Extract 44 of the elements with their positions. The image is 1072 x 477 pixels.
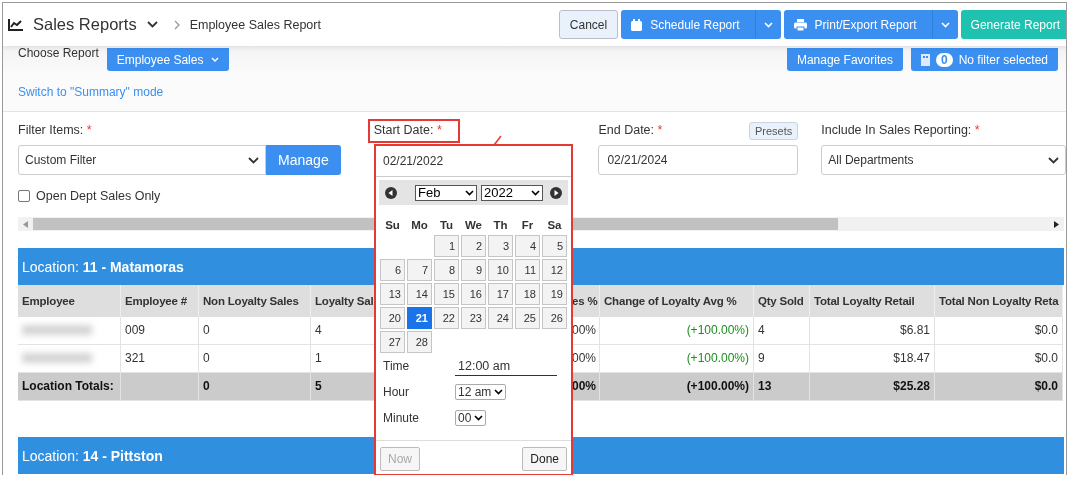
weekday-label: Su xyxy=(384,218,401,233)
column-header: es % xyxy=(571,285,600,317)
table-cell: (+100.00%) xyxy=(600,317,754,345)
weekday-label: Tu xyxy=(438,218,455,233)
hour-label: Hour xyxy=(383,385,410,399)
table-cell: $0.0 xyxy=(935,373,1063,401)
filter-count-badge: 0 xyxy=(935,52,953,67)
filter-items-label: Filter Items: * xyxy=(18,123,93,139)
location-title: Location: 11 - Matamoras xyxy=(22,258,184,275)
time-label: Time xyxy=(383,359,411,373)
table-cell: 4 xyxy=(754,317,810,345)
location-title: Location: 14 - Pittston xyxy=(22,447,163,464)
column-header: Total Non Loyalty Reta xyxy=(935,285,1063,317)
start-date-label: Start Date: * xyxy=(373,123,442,139)
breadcrumb: Employee Sales Report xyxy=(189,17,321,32)
include-label: Include In Sales Reporting: * xyxy=(821,123,981,139)
column-header: Employee # xyxy=(121,285,199,317)
weekday-label: Mo xyxy=(410,218,429,233)
table-cell: Location Totals: xyxy=(18,373,121,401)
table-cell: 13 xyxy=(754,373,810,401)
column-header: Change of Loyalty Avg % xyxy=(600,285,754,317)
end-date-label: End Date: * xyxy=(598,123,663,139)
table-cell: (+100.00%) xyxy=(600,373,754,401)
table-cell: $6.81 xyxy=(810,317,935,345)
table-cell: 009 xyxy=(121,317,199,345)
checkbox-label: Open Dept Sales Only xyxy=(36,189,161,203)
column-header: Non Loyalty Sales xyxy=(199,285,311,317)
weekday-label: Sa xyxy=(546,218,563,233)
choose-report-label: Choose Report xyxy=(18,46,99,60)
table-cell: 00% xyxy=(571,373,600,401)
table-cell: 5 xyxy=(311,373,376,401)
column-header: Loyalty Sal xyxy=(311,285,376,317)
table-cell: $25.28 xyxy=(810,373,935,401)
time-value: 12:00 am xyxy=(455,356,557,376)
table-cell: 0 xyxy=(199,317,311,345)
column-header: Qty Sold xyxy=(754,285,810,317)
weekday-label: Fr xyxy=(520,218,535,233)
minute-label: Minute xyxy=(383,411,421,425)
weekday-label: We xyxy=(463,218,483,233)
column-header: Employee xyxy=(18,285,121,317)
table-cell: 0 xyxy=(199,373,311,401)
column-header: Total Loyalty Retail xyxy=(810,285,935,317)
table-cell: $0.0 xyxy=(935,317,1063,345)
weekday-label: Th xyxy=(492,218,509,233)
